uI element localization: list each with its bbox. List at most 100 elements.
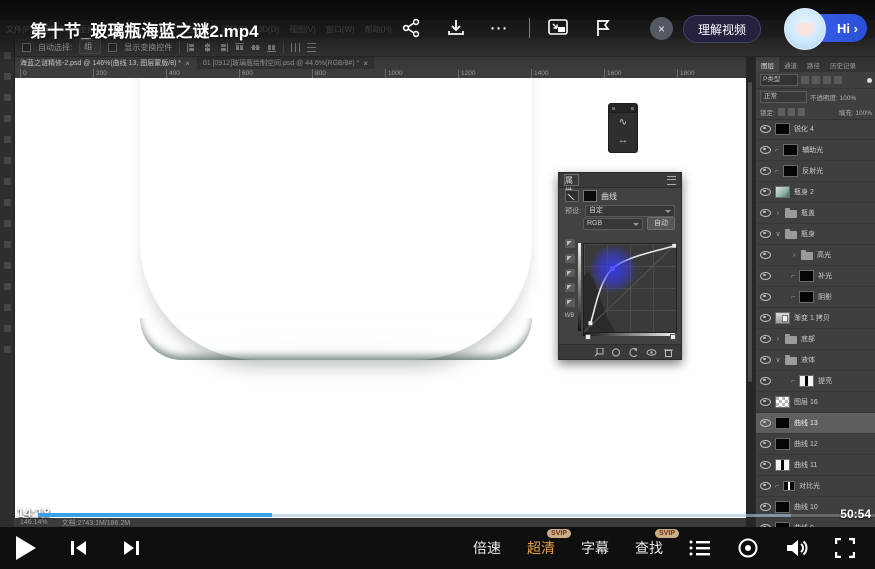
quality-button[interactable]: 超清SVIP bbox=[527, 538, 555, 558]
layer-name[interactable]: 图层 16 bbox=[794, 397, 818, 407]
layer-thumbnail[interactable] bbox=[775, 312, 790, 324]
scrollbar[interactable] bbox=[748, 82, 752, 382]
layer-thumbnail[interactable] bbox=[775, 186, 790, 198]
layer-row[interactable]: 锐化 4 bbox=[756, 119, 875, 140]
layer-visibility-eye-icon[interactable] bbox=[760, 167, 771, 175]
layer-visibility-eye-icon[interactable] bbox=[760, 440, 771, 448]
expand-arrow-icon[interactable]: ∨ bbox=[775, 356, 781, 364]
feedback-flag-icon[interactable] bbox=[591, 16, 615, 40]
layer-row[interactable]: ∨ 瓶身 bbox=[756, 224, 875, 245]
layer-visibility-eye-icon[interactable] bbox=[760, 419, 771, 427]
layer-name[interactable]: 曲线 12 bbox=[794, 439, 818, 449]
layer-thumbnail[interactable] bbox=[775, 417, 790, 429]
layer-row[interactable]: 曲线 13 bbox=[756, 413, 875, 434]
expand-arrow-icon[interactable]: › bbox=[775, 336, 781, 343]
layer-visibility-eye-icon[interactable] bbox=[760, 209, 771, 217]
assistant-avatar[interactable] bbox=[784, 8, 826, 50]
layer-name[interactable]: 瓶盖 bbox=[801, 208, 815, 218]
playlist-icon[interactable] bbox=[689, 539, 711, 557]
layer-row[interactable]: › 高光 bbox=[756, 245, 875, 266]
layer-name[interactable]: 提亮 bbox=[818, 376, 832, 386]
layer-visibility-eye-icon[interactable] bbox=[760, 146, 771, 154]
layer-name[interactable]: 曲线 10 bbox=[794, 502, 818, 512]
expand-arrow-icon[interactable]: › bbox=[791, 252, 797, 259]
expand-arrow-icon[interactable]: ∨ bbox=[775, 230, 781, 238]
layer-visibility-eye-icon[interactable] bbox=[760, 335, 771, 343]
layer-name[interactable]: 曲线 13 bbox=[794, 418, 818, 428]
layer-name[interactable]: 锐化 4 bbox=[794, 124, 814, 134]
layer-name[interactable]: 曲线 11 bbox=[794, 460, 817, 470]
layer-name[interactable]: 高光 bbox=[817, 250, 831, 260]
layer-visibility-eye-icon[interactable] bbox=[760, 398, 771, 406]
progress-bar[interactable] bbox=[38, 514, 875, 517]
channel-dropdown: RGB bbox=[583, 218, 643, 230]
layer-thumbnail[interactable] bbox=[775, 459, 790, 471]
download-icon[interactable] bbox=[444, 16, 468, 40]
layer-visibility-eye-icon[interactable] bbox=[760, 503, 771, 511]
layer-name[interactable]: 液体 bbox=[801, 355, 815, 365]
layer-row[interactable]: › 底部 bbox=[756, 329, 875, 350]
layer-row[interactable]: 图层 16 bbox=[756, 392, 875, 413]
more-options-icon[interactable]: ⋯ bbox=[487, 16, 511, 40]
layer-visibility-eye-icon[interactable] bbox=[760, 482, 771, 490]
layer-name[interactable]: 渐变 1 拷贝 bbox=[794, 313, 830, 323]
layer-thumbnail[interactable] bbox=[783, 144, 798, 156]
subtitles-button[interactable]: 字幕 bbox=[581, 538, 609, 558]
layer-row[interactable]: ⌐反射光 bbox=[756, 161, 875, 182]
layer-row[interactable]: 渐变 1 拷贝 bbox=[756, 308, 875, 329]
layer-name[interactable]: 对比光 bbox=[799, 481, 820, 491]
layer-thumbnail[interactable] bbox=[775, 501, 790, 513]
layer-visibility-eye-icon[interactable] bbox=[760, 125, 771, 133]
layer-thumbnail[interactable] bbox=[775, 438, 790, 450]
expand-arrow-icon[interactable]: › bbox=[775, 210, 781, 217]
layer-visibility-eye-icon[interactable] bbox=[760, 293, 771, 301]
previous-episode-button[interactable] bbox=[70, 540, 88, 556]
speed-button[interactable]: 倍速 bbox=[473, 538, 501, 558]
layer-visibility-eye-icon[interactable] bbox=[760, 272, 771, 280]
video-frame[interactable]: 文件(F)编辑(E)图像(I)图层(L)文字(Y)选择(S)滤镜(T)3D(D)… bbox=[0, 0, 875, 527]
layer-visibility-eye-icon[interactable] bbox=[760, 230, 771, 238]
filter-adjust-icon bbox=[812, 76, 820, 84]
layer-thumbnail[interactable] bbox=[783, 481, 795, 491]
layer-visibility-eye-icon[interactable] bbox=[760, 251, 771, 259]
layer-name[interactable]: 补光 bbox=[818, 271, 832, 281]
layer-row[interactable]: ⌐补光 bbox=[756, 266, 875, 287]
layer-row[interactable]: ∨ 液体 bbox=[756, 350, 875, 371]
understand-video-button[interactable]: 理解视频 bbox=[683, 15, 761, 43]
layer-thumbnail[interactable] bbox=[775, 396, 790, 408]
layer-thumbnail[interactable] bbox=[799, 375, 814, 387]
layer-name[interactable]: 瓶身 2 bbox=[794, 187, 814, 197]
layer-name[interactable]: 瓶身 bbox=[801, 229, 815, 239]
layer-name[interactable]: 底部 bbox=[801, 334, 815, 344]
layer-thumbnail[interactable] bbox=[799, 291, 814, 303]
layer-name[interactable]: 辅助光 bbox=[802, 145, 823, 155]
next-episode-button[interactable] bbox=[122, 540, 140, 556]
layer-name[interactable]: 阴影 bbox=[818, 292, 832, 302]
layer-row[interactable]: ⌐阴影 bbox=[756, 287, 875, 308]
layer-row[interactable]: ⌐辅助光 bbox=[756, 140, 875, 161]
layer-row[interactable]: 曲线 11 bbox=[756, 455, 875, 476]
layer-visibility-eye-icon[interactable] bbox=[760, 356, 771, 364]
close-icon[interactable]: × bbox=[650, 17, 673, 40]
layer-row[interactable]: 曲线 12 bbox=[756, 434, 875, 455]
reset-icon bbox=[629, 348, 639, 357]
layer-row[interactable]: ⌐提亮 bbox=[756, 371, 875, 392]
layer-row[interactable]: ⌐对比光 bbox=[756, 476, 875, 497]
layer-row[interactable]: 瓶身 2 bbox=[756, 182, 875, 203]
layer-visibility-eye-icon[interactable] bbox=[760, 314, 771, 322]
record-icon[interactable] bbox=[737, 537, 759, 559]
layer-thumbnail[interactable] bbox=[783, 165, 798, 177]
miniplayer-icon[interactable] bbox=[546, 16, 570, 40]
layer-visibility-eye-icon[interactable] bbox=[760, 461, 771, 469]
share-icon[interactable] bbox=[399, 16, 423, 40]
layer-name[interactable]: 反射光 bbox=[802, 166, 823, 176]
layer-thumbnail[interactable] bbox=[799, 270, 814, 282]
layer-visibility-eye-icon[interactable] bbox=[760, 188, 771, 196]
volume-icon[interactable] bbox=[785, 538, 809, 558]
fullscreen-icon[interactable] bbox=[835, 538, 855, 558]
layer-row[interactable]: › 瓶盖 bbox=[756, 203, 875, 224]
layer-visibility-eye-icon[interactable] bbox=[760, 377, 771, 385]
search-button[interactable]: 查找SVIP bbox=[635, 538, 663, 558]
layer-thumbnail[interactable] bbox=[775, 123, 790, 135]
play-button[interactable] bbox=[16, 536, 36, 560]
